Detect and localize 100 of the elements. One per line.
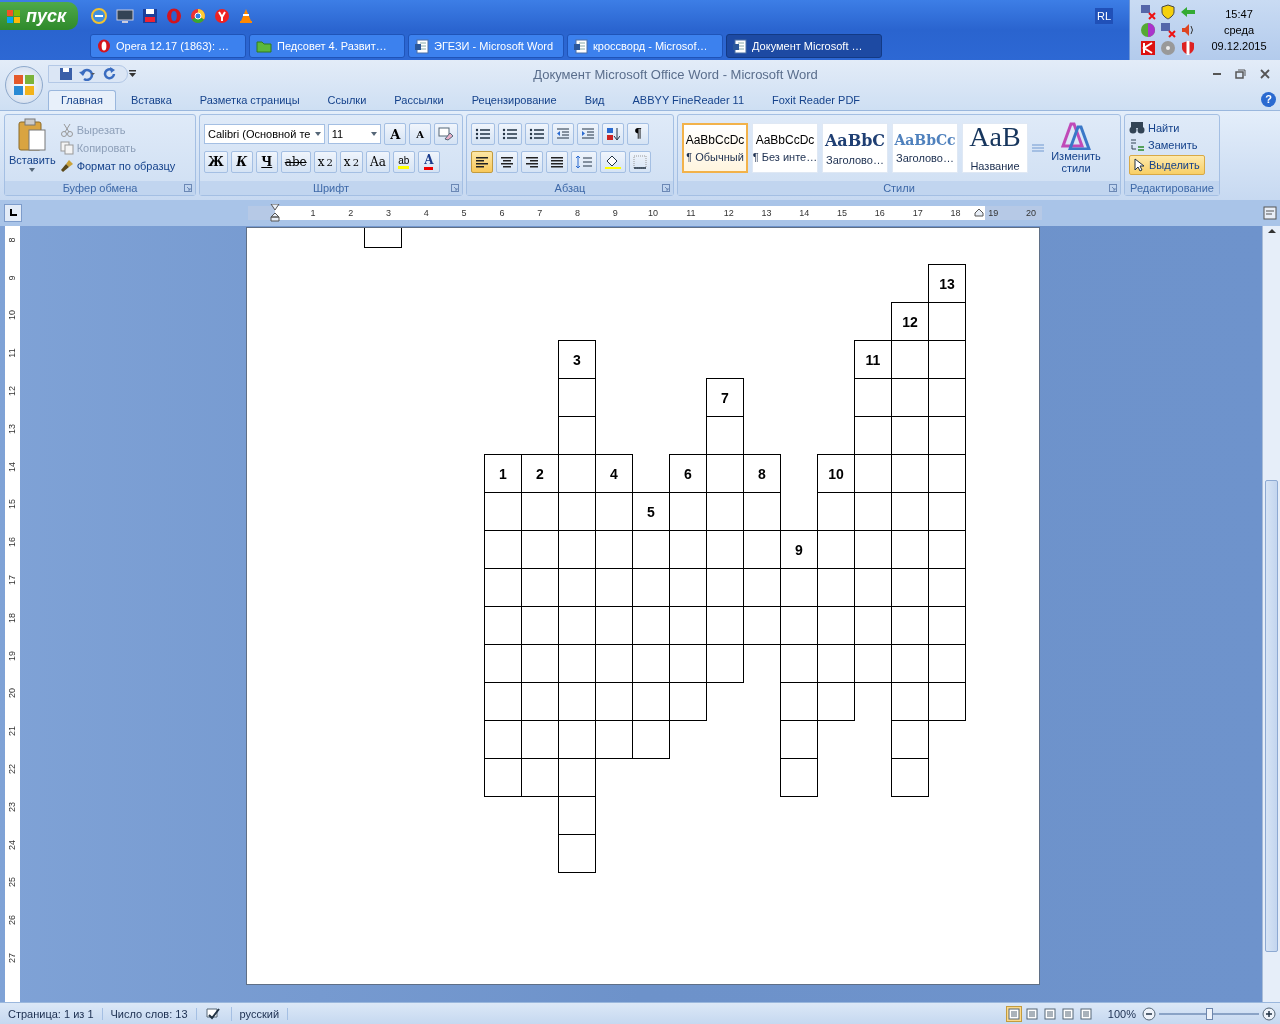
borders-button[interactable] xyxy=(629,151,651,173)
align-button[interactable] xyxy=(521,151,543,173)
crossword-cell xyxy=(892,341,929,379)
vertical-scrollbar[interactable] xyxy=(1262,226,1280,1002)
zoom-level[interactable]: 100% xyxy=(1101,1007,1142,1020)
word-count[interactable]: Число слов: 13 xyxy=(102,1007,197,1020)
dialog-launcher-icon xyxy=(1109,184,1117,192)
crossword-cell xyxy=(558,835,596,873)
paste-button[interactable]: Вставить xyxy=(9,118,56,178)
crossword-cell xyxy=(929,493,966,531)
select-button[interactable]: Выделить xyxy=(1129,155,1205,175)
ruler-number: 2 xyxy=(348,207,354,220)
minimize-icon xyxy=(1213,73,1221,75)
ribbon-tab[interactable]: Foxit Reader PDF xyxy=(759,90,874,110)
ruler-number: 15 xyxy=(7,499,17,510)
language-indicator[interactable]: RL xyxy=(1094,8,1113,24)
taskbar-button[interactable]: Opera 12.17 (1863): … xyxy=(90,34,246,58)
crossword-cell xyxy=(929,417,966,455)
ribbon-tab[interactable]: Рецензирование xyxy=(458,90,570,110)
bullet-list-icon xyxy=(475,128,491,140)
style-preset[interactable]: AaBbC Заголово… xyxy=(822,123,888,173)
crossword-cell xyxy=(558,417,596,455)
page-view-icon xyxy=(1079,1007,1092,1020)
increase-indent-button[interactable] xyxy=(577,123,599,145)
language-label[interactable]: русский xyxy=(231,1007,289,1020)
crossword-cell xyxy=(559,759,596,797)
group-label: Редактирование xyxy=(1130,182,1214,194)
crossword-cell xyxy=(522,607,559,645)
taskbar-button[interactable]: Педсовет 4. Развит… xyxy=(249,34,405,58)
start-button[interactable]: пуск xyxy=(0,2,78,30)
style-preset[interactable]: AaBbCcDc ¶ Обычный xyxy=(682,123,748,173)
numbered-list-button[interactable] xyxy=(498,123,522,145)
style-preset[interactable]: AaBbCc Заголово… xyxy=(892,123,958,173)
ribbon-tab[interactable]: Вид xyxy=(571,90,618,110)
font-name-field[interactable]: Calibri (Основной те xyxy=(204,124,325,144)
monitor-icon xyxy=(116,8,134,24)
ribbon-tab[interactable]: Главная xyxy=(48,90,116,110)
zoom-in-icon xyxy=(1262,1006,1276,1021)
replace-button[interactable]: Заменить xyxy=(1129,138,1198,152)
crossword-cell xyxy=(484,645,522,683)
format-button[interactable]: Ч xyxy=(255,151,278,173)
ribbon-tab[interactable]: ABBYY FineReader 11 xyxy=(619,90,758,110)
format-button[interactable]: Ж xyxy=(204,151,228,173)
crossword-cell xyxy=(596,645,633,683)
group-label: Абзац xyxy=(554,182,586,194)
indent-marker-icon xyxy=(974,208,984,217)
font-size-field[interactable]: 11 xyxy=(327,124,382,144)
view-button[interactable] xyxy=(1041,1005,1058,1022)
tab-stop-selector[interactable] xyxy=(4,204,22,222)
taskbar-button[interactable]: ЭГЕЗИ - Microsoft Word xyxy=(408,34,564,58)
spellcheck-icon xyxy=(204,1006,223,1021)
style-preset[interactable]: AaBbCcDc ¶ Без инте… xyxy=(752,123,818,173)
crossword-cell xyxy=(855,493,892,531)
crossword-cell xyxy=(364,228,402,248)
pilcrow-button[interactable]: ¶ xyxy=(627,123,649,145)
ribbon-tab[interactable]: Разметка страницы xyxy=(186,90,313,110)
restore-icon xyxy=(1235,69,1246,79)
numbered-cell: 12 xyxy=(891,302,929,341)
sort-button[interactable] xyxy=(602,123,624,145)
bullet-list-button[interactable] xyxy=(471,123,495,145)
change-styles-button[interactable]: Изменить стили xyxy=(1048,122,1104,174)
scrollbar-thumb[interactable] xyxy=(1265,480,1278,952)
slider-thumb[interactable] xyxy=(1206,1007,1213,1020)
font-color-button[interactable]: A xyxy=(417,151,440,173)
crossword-cell xyxy=(633,569,670,607)
shading-button[interactable] xyxy=(600,151,626,173)
ribbon-tab[interactable]: Вставка xyxy=(117,90,185,110)
shrink-font-button[interactable]: A xyxy=(409,123,432,145)
view-button[interactable] xyxy=(1023,1005,1040,1022)
format-button[interactable]: Aa xyxy=(366,151,390,173)
ribbon-tab[interactable]: Ссылки xyxy=(314,90,380,110)
crossword-cell xyxy=(707,645,744,683)
align-button[interactable] xyxy=(471,151,493,173)
align-button[interactable] xyxy=(496,151,518,173)
view-button[interactable] xyxy=(1059,1005,1076,1022)
crossword-cell xyxy=(929,569,966,607)
taskbar-button[interactable]: Документ Microsoft … xyxy=(726,34,882,58)
find-button[interactable]: Найти xyxy=(1129,121,1180,135)
format-button[interactable]: К xyxy=(230,151,253,173)
office-button[interactable] xyxy=(5,66,43,104)
crossword-cell xyxy=(929,303,966,341)
clear-format-button[interactable] xyxy=(434,123,458,145)
help-button[interactable]: ? xyxy=(1261,92,1276,107)
highlight-button[interactable]: ab xyxy=(392,151,415,173)
page-count[interactable]: Страница: 1 из 1 xyxy=(0,1007,103,1020)
clipboard-action[interactable]: Формат по образцу xyxy=(59,159,176,173)
format-button[interactable]: abe xyxy=(280,151,311,173)
taskbar-button[interactable]: кроссворд - Microsof… xyxy=(567,34,723,58)
ribbon-tab[interactable]: Рассылки xyxy=(381,90,457,110)
style-preset[interactable]: AaB Название xyxy=(962,123,1028,173)
multilevel-list-button[interactable] xyxy=(525,123,549,145)
view-button[interactable] xyxy=(1077,1005,1094,1022)
ruler-number: 18 xyxy=(950,207,961,220)
group-label: Стили xyxy=(883,182,915,194)
align-button[interactable] xyxy=(546,151,568,173)
sphere-icon xyxy=(1140,22,1156,38)
grow-font-button[interactable]: A xyxy=(384,123,407,145)
crossword-cell xyxy=(780,721,818,759)
crossword-cell xyxy=(522,569,559,607)
view-button[interactable] xyxy=(1005,1005,1022,1022)
